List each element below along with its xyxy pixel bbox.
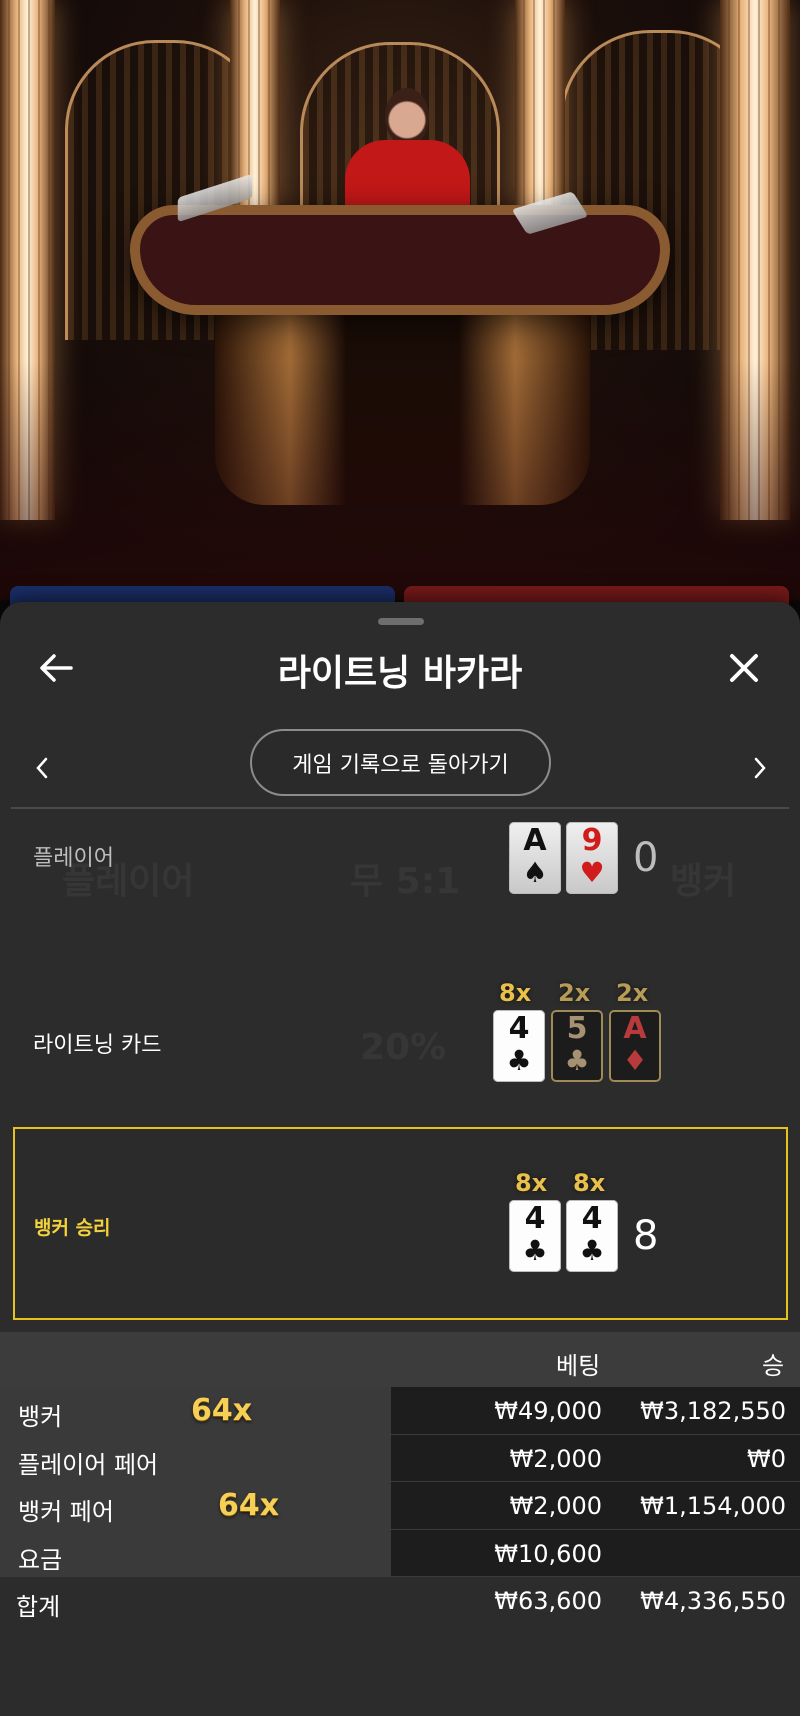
table-row: 뱅커 페어 64x ₩2,000 ₩1,154,000 [0,1482,800,1530]
card-rank: 4 [581,1201,603,1236]
card-suit: ♥ [579,856,605,889]
multiplier-badge: 64x [218,1488,280,1523]
banker-score: 8 [633,1213,659,1259]
drag-handle[interactable] [378,618,424,625]
card-rank: 4 [524,1201,546,1236]
row-label: 플레이어 페어 [18,1450,159,1479]
player-row-label: 플레이어 [33,846,114,871]
results-table-header: 베팅 승 [0,1332,800,1387]
close-button[interactable] [718,642,770,694]
live-video-feed [0,0,800,600]
win-column-header: 승 [762,1352,785,1380]
card-suit: ♣ [522,1234,548,1267]
banker-card-2: 4 ♣ [566,1200,618,1272]
card-rank: A [623,1011,647,1046]
lightning-multiplier-2: 2x [558,979,591,1007]
back-button[interactable] [30,642,82,694]
player-card-2: 9 ♥ [566,822,618,894]
total-label: 합계 [16,1593,61,1621]
win-amount: ₩1,154,000 [640,1492,786,1520]
banker-win-label: 뱅커 승리 [34,1217,111,1239]
back-to-history-button[interactable]: 게임 기록으로 돌아가기 [250,729,551,796]
card-suit: ♣ [506,1044,532,1077]
win-amount: ₩0 [747,1444,786,1473]
card-rank: A [523,823,547,858]
multiplier-badge: 64x [191,1393,253,1428]
card-rank: 9 [581,823,603,858]
lightning-multiplier-1: 8x [499,979,532,1007]
banker-multiplier-1: 8x [515,1169,548,1197]
results-table: 베팅 승 뱅커 64x ₩49,000 ₩3,182,550 플레이어 페어 ₩… [0,1332,800,1625]
ghost-tie-label: 무 5:1 [350,861,461,902]
table-row: 플레이어 페어 ₩2,000 ₩0 [0,1434,800,1482]
ghost-banker-label: 뱅커 [670,861,737,902]
ghost-percent: 20% [360,1027,447,1068]
close-icon [730,654,758,682]
winner-highlight-box [13,1127,788,1320]
player-score: 0 [633,835,659,881]
bet-amount: ₩49,000 [494,1397,602,1425]
round-details-sheet: 플레이어 무 5:1 뱅커 20% 라이트닝 바카라 게임 기록으로 돌아가기 … [0,602,800,1716]
total-win: ₩4,336,550 [640,1587,786,1615]
player-card-1: A ♠ [509,822,561,894]
banker-card-1: 4 ♣ [509,1200,561,1272]
total-row: 합계 ₩63,600 ₩4,336,550 [0,1577,800,1625]
lightning-multiplier-3: 2x [616,979,649,1007]
row-label: 요금 [18,1545,63,1574]
total-bet: ₩63,600 [494,1587,602,1615]
chevron-left-icon [36,757,48,779]
bet-column-header: 베팅 [556,1352,601,1380]
chevron-right-icon [754,757,766,779]
bet-amount: ₩2,000 [509,1444,602,1473]
row-label: 뱅커 [18,1403,63,1431]
arrow-left-icon [40,654,73,682]
table-row: 뱅커 64x ₩49,000 ₩3,182,550 [0,1387,800,1435]
lightning-row-label: 라이트닝 카드 [33,1033,162,1058]
lightning-card-1: 4 ♣ [493,1010,545,1082]
card-rank: 5 [566,1011,588,1046]
card-suit: ♣ [564,1044,590,1077]
next-round-button[interactable] [740,748,780,788]
header-divider [11,807,789,809]
bet-amount: ₩2,000 [509,1492,602,1520]
bet-amount: ₩10,600 [494,1539,602,1568]
table-row: 요금 ₩10,600 [0,1529,800,1577]
lightning-card-3: A ♦ [609,1010,661,1082]
card-suit: ♦ [622,1044,648,1077]
card-rank: 4 [508,1011,530,1046]
previous-round-button[interactable] [22,748,62,788]
sheet-title: 라이트닝 바카라 [277,653,523,694]
card-suit: ♣ [579,1234,605,1267]
banker-multiplier-2: 8x [573,1169,606,1197]
lightning-card-2: 5 ♣ [551,1010,603,1082]
row-label: 뱅커 페어 [18,1498,114,1526]
card-suit: ♠ [522,856,548,889]
video-vignette [0,0,800,600]
win-amount: ₩3,182,550 [640,1397,786,1425]
